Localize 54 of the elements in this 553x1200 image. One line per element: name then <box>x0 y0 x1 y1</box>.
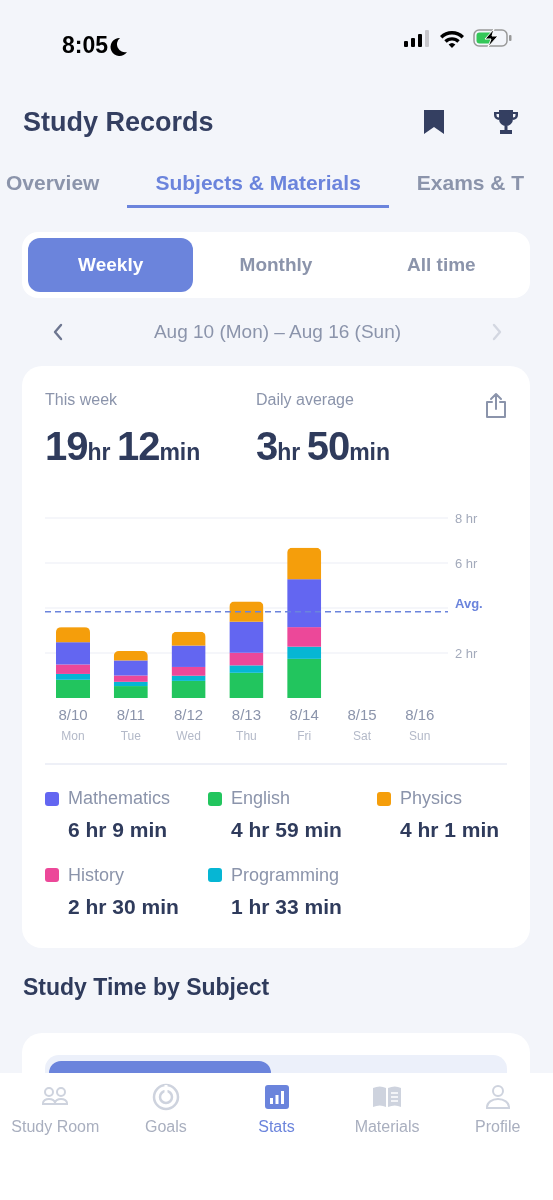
weekday-label: Fri <box>297 729 312 743</box>
legend-label: Physics <box>400 787 462 810</box>
date-label: 8/11 <box>116 706 145 723</box>
date-label: 8/12 <box>174 706 204 723</box>
legend-time: 6 hr 9 min <box>67 817 169 843</box>
axis-label: 2 hr <box>455 646 478 661</box>
status-time: 8:05 <box>62 31 109 60</box>
weekday-label: Wed <box>176 729 201 743</box>
page-title: Study Records <box>23 105 214 139</box>
stat-value: 19hr 12min <box>45 423 202 470</box>
section-title: Study Time by Subject <box>23 973 271 1002</box>
date-range: Aug 10 (Mon) – Aug 16 (Sun) <box>153 319 402 344</box>
weekday-label: Sat <box>353 729 371 743</box>
period-tab[interactable]: Monthly <box>193 238 359 292</box>
legend-label: History <box>68 863 124 887</box>
nav-item[interactable]: Stats <box>221 1083 332 1139</box>
trophy-icon[interactable] <box>493 109 519 135</box>
stat-label: This week <box>45 390 119 410</box>
average-label: Avg. <box>455 595 483 611</box>
stat-label: Daily average <box>256 390 355 410</box>
axis-label: 6 hr <box>455 556 478 571</box>
legend-label: Mathematics <box>68 787 171 810</box>
wifi-icon <box>439 28 465 48</box>
date-label: 8/15 <box>347 706 377 723</box>
legend-time: 4 hr 59 min <box>230 817 343 843</box>
legend-time: 2 hr 30 min <box>67 893 180 920</box>
date-label: 8/13 <box>231 706 261 723</box>
legend-time: 4 hr 1 min <box>399 817 501 843</box>
period-tab[interactable]: All time <box>358 238 524 292</box>
stat-value: 3hr 50min <box>256 423 391 470</box>
legend-time: 1 hr 33 min <box>230 893 343 920</box>
weekday-label: Tue <box>120 729 141 743</box>
legend-label: English <box>231 787 291 810</box>
tab[interactable]: Exams & T <box>388 160 553 208</box>
battery-charging-icon <box>473 28 513 48</box>
date-label: 8/14 <box>289 706 319 723</box>
weekday-label: Sun <box>409 729 431 743</box>
weekday-label: Mon <box>61 729 85 743</box>
date-label: 8/16 <box>405 706 435 723</box>
chevron-left-icon[interactable] <box>52 322 64 342</box>
date-label: 8/10 <box>58 706 88 723</box>
share-icon[interactable] <box>485 392 507 418</box>
tab[interactable]: Overview <box>0 160 128 208</box>
weekday-label: Thu <box>236 729 257 743</box>
nav-item[interactable]: Materials <box>331 1083 443 1139</box>
legend-label: Programming <box>231 863 340 887</box>
nav-item[interactable]: Goals <box>110 1083 222 1139</box>
nav-item[interactable]: Study Room <box>0 1083 111 1139</box>
nav-item[interactable]: Profile <box>442 1083 553 1139</box>
period-tab[interactable]: Weekly <box>28 238 194 292</box>
signal-icon <box>403 29 431 47</box>
tab[interactable]: Subjects & Materials <box>127 160 389 208</box>
bookmark-icon[interactable] <box>423 109 445 135</box>
axis-label: 8 hr <box>455 511 478 526</box>
